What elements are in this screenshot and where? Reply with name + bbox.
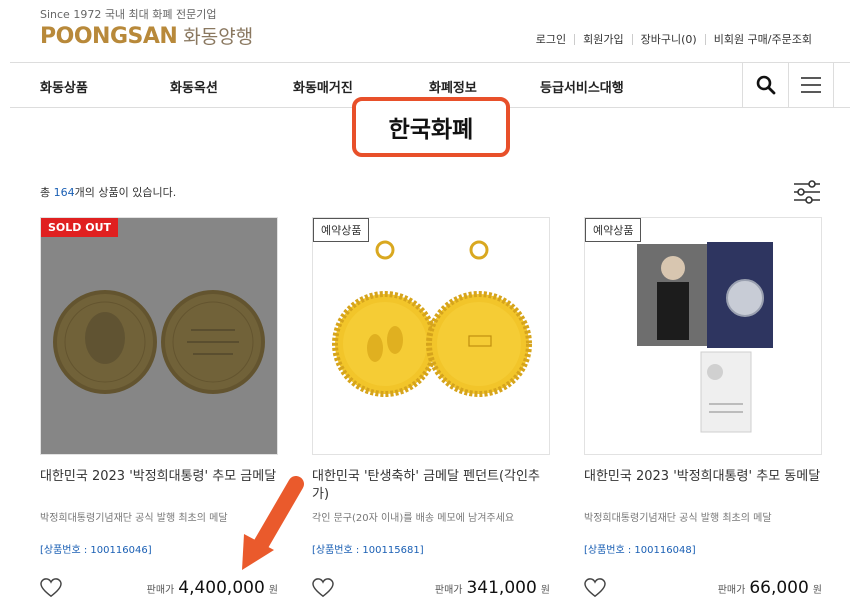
nav-item-grading-service[interactable]: 등급서비스대행 [540,77,624,96]
product-name[interactable]: 대한민국 2023 '박정희대통령' 추모 동메달 [584,468,822,504]
product-description: 박정희대통령기념재단 공식 발행 최초의 메달 [584,513,772,524]
utility-links: 로그인 회원가입 장바구니(0) 비회원 구매/주문조회 [528,34,820,45]
price-unit: 원 [812,585,822,596]
bronze-medal-set-image [637,242,773,433]
reserve-badge: 예약상품 [313,218,370,242]
nav-item-auction[interactable]: 화동옥션 [170,77,218,96]
gold-pendant-image [332,240,532,397]
nav-item-currency-info[interactable]: 화폐정보 [429,77,477,96]
product-card[interactable]: 예약상품 대한민국 '탄생축하' 금메달 펜던트(각인추가) 각인 문구(20자… [312,217,550,600]
product-name[interactable]: 대한민국 '탄생축하' 금메달 펜던트(각인추가) [312,468,550,504]
product-count: 총 164개의 상품이 있습니다. [40,184,176,200]
filter-icon[interactable] [792,180,822,204]
price-label: 판매가 [434,585,463,596]
product-price: 판매가 66,000 원 [718,578,822,598]
page-title: 한국화폐 [388,117,474,143]
search-icon [756,75,775,95]
price-label: 판매가 [146,585,175,596]
product-description: 각인 문구(20자 이내)를 배송 메모에 남겨주세요 [312,513,515,524]
price-label: 판매가 [717,585,746,596]
count-number: 164 [53,186,75,199]
logo-text-en: POONGSAN [40,24,178,49]
product-image[interactable]: SOLD OUT [40,217,278,455]
price-value: 341,000 [466,578,537,598]
count-suffix: 개의 상품이 있습니다. [74,186,177,199]
annotation-arrow-icon [242,476,304,570]
heart-icon[interactable] [584,578,606,598]
hamburger-icon [801,77,821,93]
logo-text-ko: 화동양행 [183,26,254,48]
guest-order-link[interactable]: 비회원 구매/주문조회 [704,34,820,45]
search-button[interactable] [742,63,788,107]
site-logo[interactable]: POONGSAN 화동양행 [40,22,253,49]
price-unit: 원 [268,585,278,596]
nav-item-products[interactable]: 화동상품 [40,77,88,96]
reserve-badge: 예약상품 [585,218,642,242]
price-unit: 원 [540,585,550,596]
soldout-overlay [41,218,277,454]
product-price: 판매가 341,000 원 [435,578,550,598]
login-link[interactable]: 로그인 [528,34,574,45]
product-price: 판매가 4,400,000 원 [147,578,278,598]
signup-link[interactable]: 회원가입 [574,34,631,45]
price-value: 4,400,000 [178,578,265,598]
product-image[interactable]: 예약상품 [584,217,822,455]
price-value: 66,000 [749,578,809,598]
cart-link[interactable]: 장바구니(0) [631,34,705,45]
page-title-highlight: 한국화폐 [352,97,510,157]
product-code: [상품번호 : 100116048] [584,545,696,556]
count-prefix: 총 [40,186,54,199]
heart-icon[interactable] [40,578,62,598]
nav-item-magazine[interactable]: 화동매거진 [293,77,353,96]
menu-button[interactable] [788,63,834,107]
product-image[interactable]: 예약상품 [312,217,550,455]
soldout-badge: SOLD OUT [41,218,119,237]
product-card[interactable]: 예약상품 대한민국 2023 '박정희대통령' 추모 동메달 박정희대통령기념재… [584,217,822,600]
site-tagline: Since 1972 국내 최대 화폐 전문기업 [40,8,217,21]
heart-icon[interactable] [312,578,334,598]
product-code: [상품번호 : 100115681] [312,545,424,556]
